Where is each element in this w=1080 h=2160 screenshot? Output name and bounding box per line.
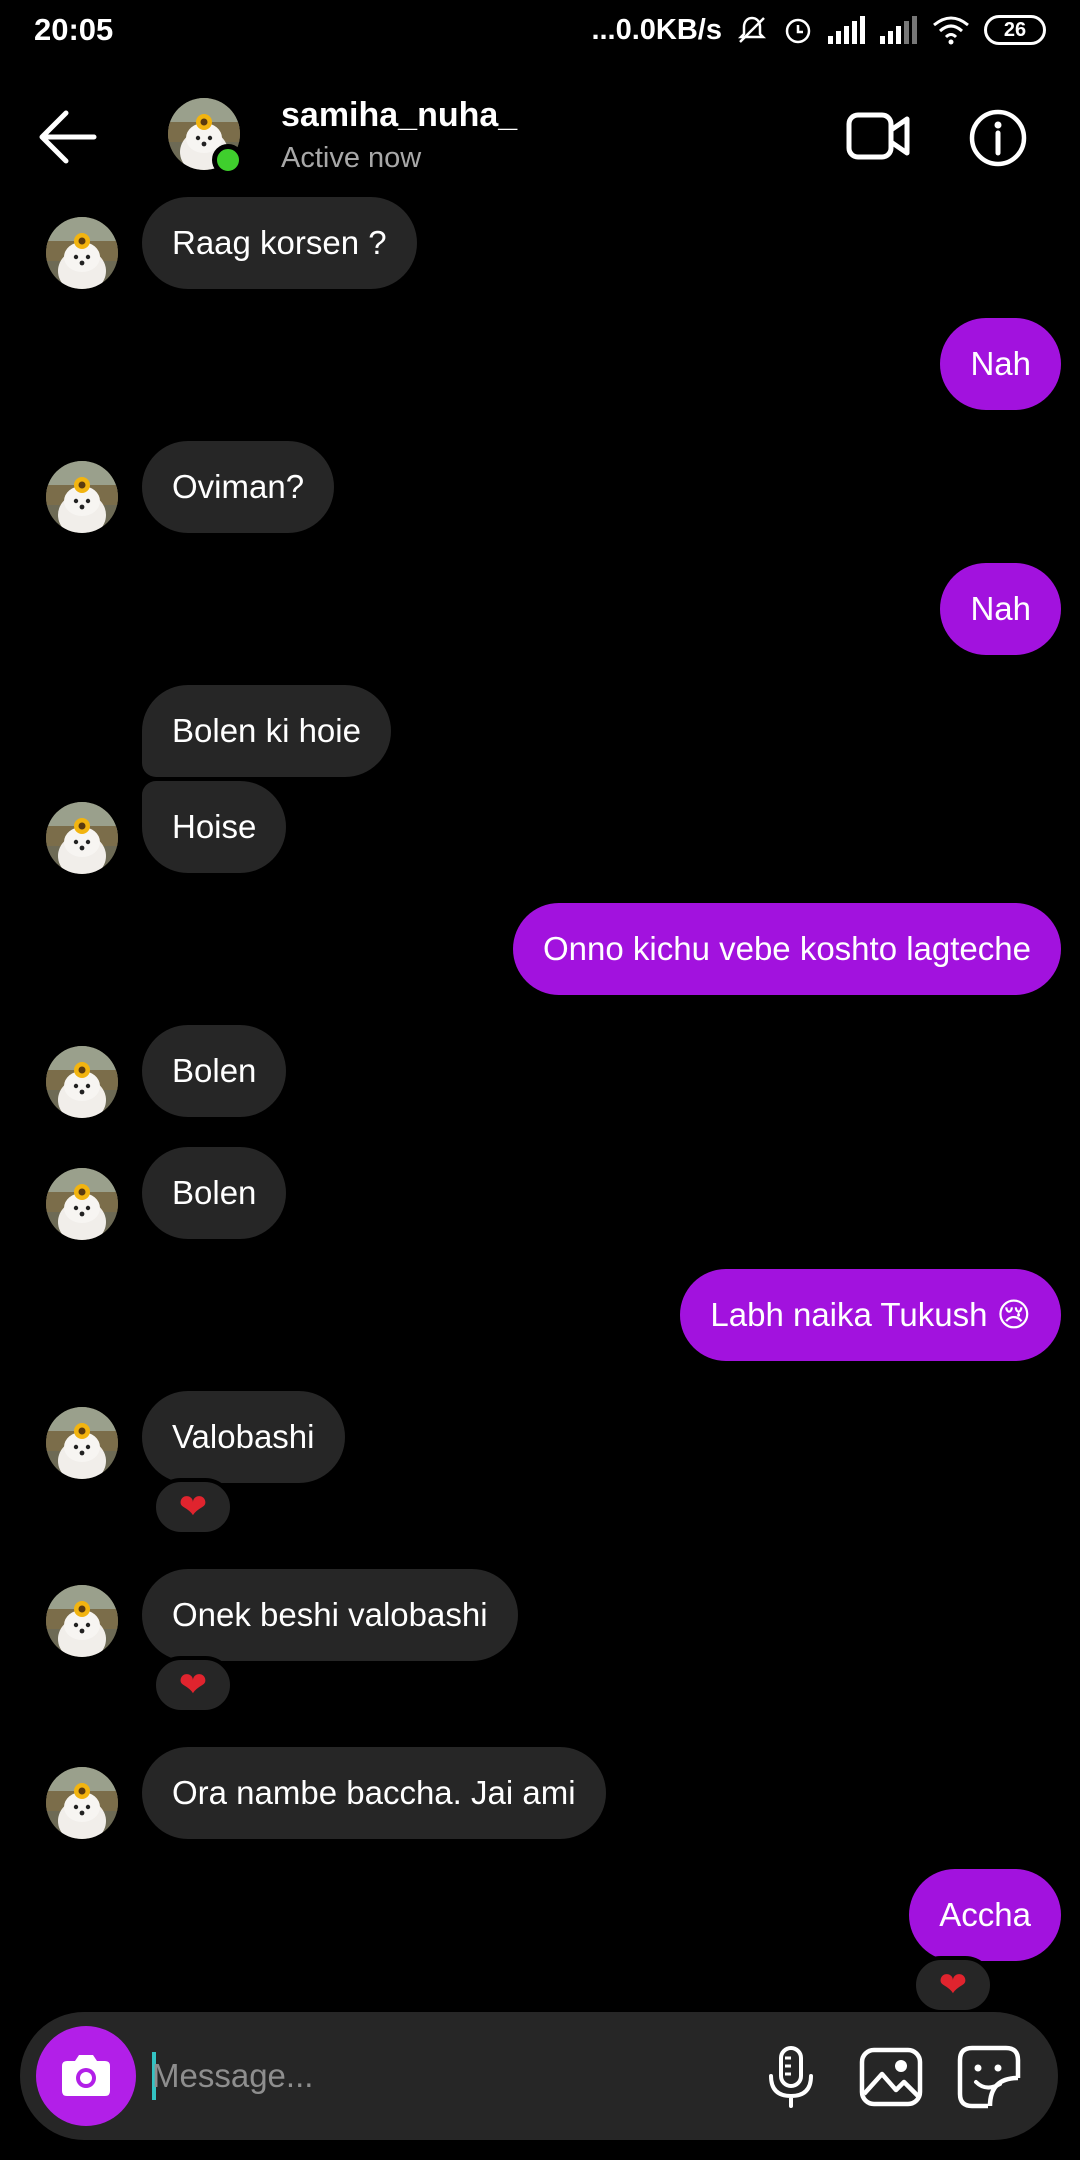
outgoing-message[interactable]: Nah	[940, 318, 1061, 410]
incoming-message[interactable]: Valobashi	[142, 1391, 345, 1483]
outgoing-message[interactable]: Nah	[940, 563, 1061, 655]
sticker-icon	[957, 2045, 1021, 2109]
incoming-message[interactable]: Bolen ki hoie	[142, 685, 391, 777]
heart-reaction[interactable]: ❤	[912, 1956, 994, 2014]
avatar[interactable]	[46, 461, 118, 533]
incoming-message[interactable]: Oviman?	[142, 441, 335, 533]
incoming-message[interactable]: Bolen	[142, 1147, 287, 1239]
gallery-button[interactable]	[856, 2042, 926, 2112]
camera-button[interactable]	[36, 2026, 136, 2126]
message-composer	[20, 2012, 1058, 2140]
sticker-button[interactable]	[954, 2042, 1024, 2112]
incoming-message[interactable]: Ora nambe baccha. Jai ami	[142, 1747, 606, 1839]
avatar[interactable]	[46, 1046, 118, 1118]
message-thread: Raag korsen ? Nah Oviman? Nah Bolen ki h…	[0, 0, 1080, 2160]
avatar[interactable]	[46, 217, 118, 289]
outgoing-message[interactable]: Labh naika Tukush 😢	[680, 1269, 1061, 1361]
microphone-icon	[769, 2046, 813, 2108]
incoming-message[interactable]: Onek beshi valobashi	[142, 1569, 518, 1661]
incoming-message[interactable]: Bolen	[142, 1025, 287, 1117]
camera-icon	[62, 2055, 110, 2096]
avatar[interactable]	[46, 1407, 118, 1479]
message-input[interactable]	[152, 2046, 732, 2106]
heart-reaction[interactable]: ❤	[152, 1656, 234, 1714]
avatar[interactable]	[46, 1168, 118, 1240]
avatar[interactable]	[46, 802, 118, 874]
voice-message-button[interactable]	[756, 2042, 826, 2112]
image-icon	[859, 2047, 923, 2107]
outgoing-message[interactable]: Onno kichu vebe koshto lagteche	[513, 903, 1061, 995]
outgoing-message[interactable]: Accha	[909, 1869, 1061, 1961]
avatar[interactable]	[46, 1585, 118, 1657]
avatar[interactable]	[46, 1767, 118, 1839]
incoming-message[interactable]: Raag korsen ?	[142, 197, 417, 289]
heart-reaction[interactable]: ❤	[152, 1478, 234, 1536]
incoming-message[interactable]: Hoise	[142, 781, 287, 873]
